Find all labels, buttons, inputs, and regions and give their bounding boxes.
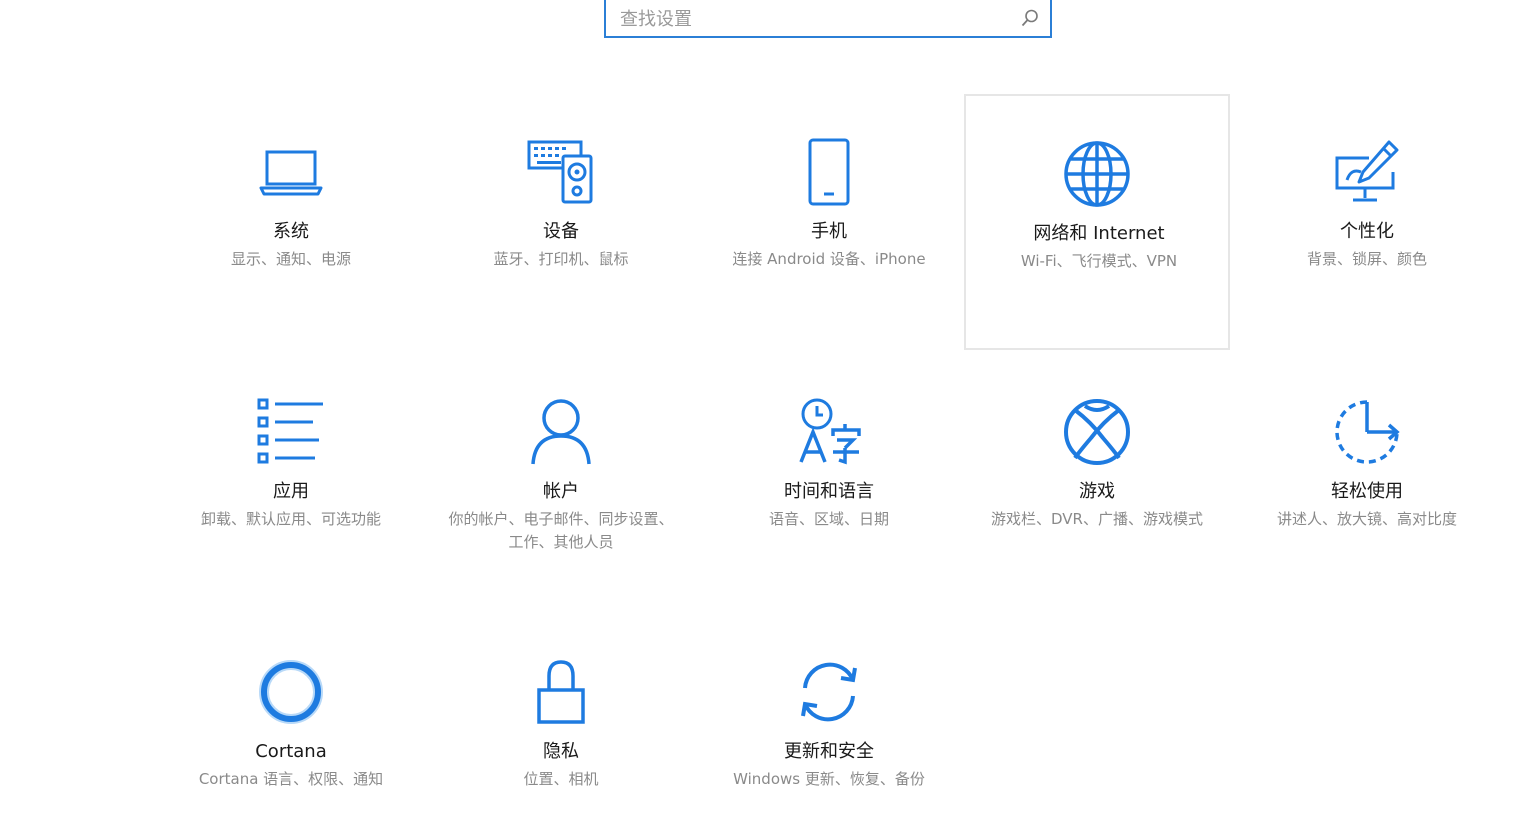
tile-system[interactable]: 系统 显示、通知、电源: [158, 96, 424, 352]
sync-icon: [795, 658, 863, 726]
tile-title: 帐户: [543, 481, 579, 502]
tile-description: Cortana 语言、权限、通知: [198, 770, 384, 788]
personalization-icon: [1333, 138, 1401, 206]
tile-apps[interactable]: 应用 卸载、默认应用、可选功能: [158, 356, 424, 612]
tile-description: 位置、相机: [523, 770, 599, 788]
tile-description: Windows 更新、恢复、备份: [733, 770, 925, 788]
tile-description: Wi-Fi、飞行模式、VPN: [1020, 252, 1178, 270]
tile-description: 语音、区域、日期: [768, 510, 889, 528]
search-icon[interactable]: [1020, 8, 1040, 28]
tile-title: 游戏: [1079, 481, 1115, 502]
apps-list-icon: [257, 398, 325, 466]
time-language-icon: [795, 398, 863, 466]
tile-description: 蓝牙、打印机、鼠标: [493, 250, 629, 268]
tile-description: 卸载、默认应用、可选功能: [200, 510, 381, 528]
tile-title: 系统: [273, 221, 309, 242]
devices-icon: [527, 138, 595, 206]
tile-phone[interactable]: 手机 连接 Android 设备、iPhone: [696, 96, 962, 352]
xbox-icon: [1063, 398, 1131, 466]
tile-network-internet[interactable]: 网络和 Internet Wi-Fi、飞行模式、VPN: [964, 94, 1230, 350]
tile-title: 应用: [273, 481, 309, 502]
tile-description: 背景、锁屏、颜色: [1306, 250, 1427, 268]
globe-icon: [1063, 140, 1131, 208]
settings-home: 系统 显示、通知、电源 设备 蓝牙、打印机、鼠标: [0, 0, 1540, 835]
tile-title: Cortana: [255, 741, 327, 762]
tile-devices[interactable]: 设备 蓝牙、打印机、鼠标: [428, 96, 694, 352]
tile-description: 你的帐户、电子邮件、同步设置、工作、其他人员: [448, 510, 674, 551]
phone-icon: [795, 138, 863, 206]
tile-title: 网络和 Internet: [1033, 223, 1165, 244]
tile-description: 连接 Android 设备、iPhone: [732, 250, 926, 268]
tile-title: 轻松使用: [1331, 481, 1403, 502]
tile-title: 时间和语言: [784, 481, 874, 502]
tile-title: 隐私: [543, 741, 579, 762]
laptop-icon: [257, 138, 325, 206]
tile-description: 游戏栏、DVR、广播、游戏模式: [991, 510, 1203, 528]
tile-title: 设备: [543, 221, 579, 242]
tile-gaming[interactable]: 游戏 游戏栏、DVR、广播、游戏模式: [964, 356, 1230, 612]
cortana-icon: [257, 658, 325, 726]
person-icon: [527, 398, 595, 466]
tile-cortana[interactable]: Cortana Cortana 语言、权限、通知: [158, 616, 424, 835]
tile-title: 手机: [811, 221, 847, 242]
lock-icon: [527, 658, 595, 726]
tile-update-security[interactable]: 更新和安全 Windows 更新、恢复、备份: [696, 616, 962, 835]
tile-privacy[interactable]: 隐私 位置、相机: [428, 616, 694, 835]
tile-ease-of-access[interactable]: 轻松使用 讲述人、放大镜、高对比度: [1234, 356, 1500, 612]
tile-title: 更新和安全: [784, 741, 874, 762]
tile-title: 个性化: [1340, 221, 1394, 242]
search-input[interactable]: [618, 0, 1012, 38]
tile-personalization[interactable]: 个性化 背景、锁屏、颜色: [1234, 96, 1500, 352]
tile-time-language[interactable]: 时间和语言 语音、区域、日期: [696, 356, 962, 612]
search-box[interactable]: [604, 0, 1052, 38]
ease-of-access-icon: [1333, 398, 1401, 466]
tile-description: 显示、通知、电源: [230, 250, 351, 268]
tile-description: 讲述人、放大镜、高对比度: [1276, 510, 1457, 528]
tile-accounts[interactable]: 帐户 你的帐户、电子邮件、同步设置、工作、其他人员: [428, 356, 694, 612]
